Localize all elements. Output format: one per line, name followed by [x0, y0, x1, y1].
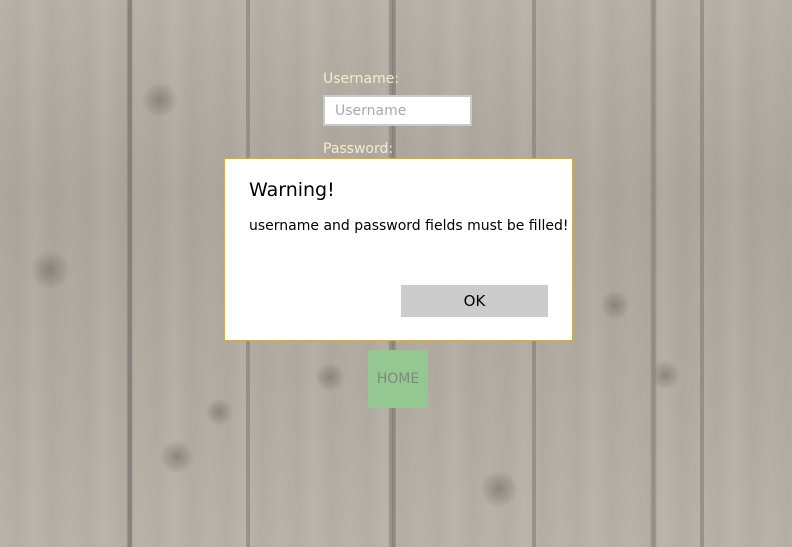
home-button[interactable]: HOME [368, 350, 428, 408]
dialog-title: Warning! [249, 179, 335, 201]
username-input[interactable] [323, 95, 472, 126]
warning-dialog: Warning! username and password fields mu… [224, 158, 573, 341]
ok-button[interactable]: OK [401, 285, 548, 317]
dialog-message: username and password fields must be fil… [249, 218, 569, 234]
password-label: Password: [323, 141, 394, 157]
username-label: Username: [323, 71, 400, 87]
